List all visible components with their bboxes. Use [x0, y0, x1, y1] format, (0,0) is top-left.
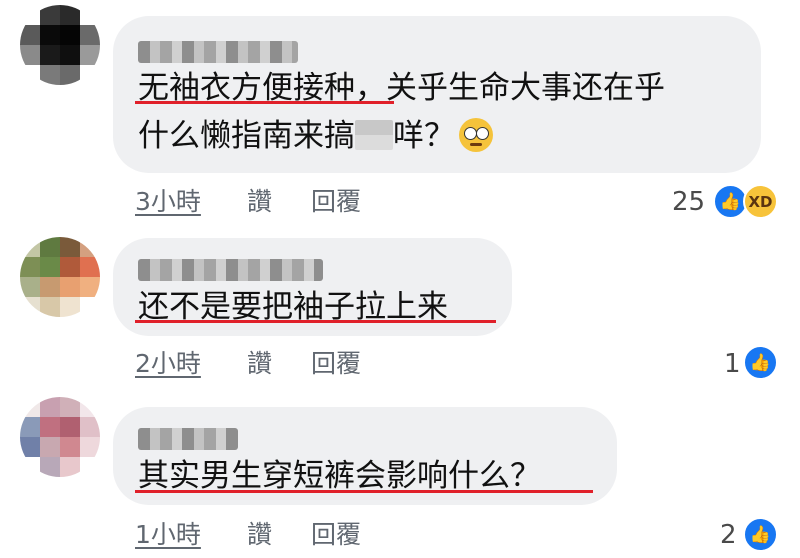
like-reaction-icon: 👍: [743, 517, 778, 552]
comment-timestamp[interactable]: 1小時: [135, 520, 201, 550]
comment-timestamp[interactable]: 3小時: [135, 187, 201, 217]
author-name[interactable]: [138, 428, 238, 450]
comment-timestamp[interactable]: 2小時: [135, 349, 201, 379]
underline-mark: [135, 320, 496, 323]
eye-roll-emoji-icon: [459, 118, 493, 152]
like-button[interactable]: 讚: [247, 187, 272, 217]
reply-button[interactable]: 回覆: [311, 187, 361, 217]
like-reaction-icon: 👍: [743, 345, 778, 380]
author-name[interactable]: [138, 41, 298, 63]
reaction-count[interactable]: 25: [672, 187, 705, 217]
like-button[interactable]: 讚: [247, 349, 272, 379]
avatar[interactable]: [20, 5, 100, 85]
reaction-count[interactable]: 2: [720, 520, 737, 550]
like-button[interactable]: 讚: [247, 520, 272, 550]
avatar[interactable]: [20, 237, 100, 317]
comment-text-segment: 咩？: [393, 118, 455, 154]
reaction-count[interactable]: 1: [724, 349, 741, 379]
censored-text: [355, 120, 393, 150]
haha-reaction-icon: XD: [743, 184, 778, 219]
underline-mark: [135, 490, 593, 493]
comment-text-line: 什么懒指南来搞 咩？: [138, 116, 493, 156]
reply-button[interactable]: 回覆: [311, 520, 361, 550]
author-name[interactable]: [138, 259, 323, 281]
reply-button[interactable]: 回覆: [311, 349, 361, 379]
avatar[interactable]: [20, 397, 100, 477]
comment-text-segment: 什么懒指南来搞: [138, 118, 355, 154]
underline-mark: [135, 101, 394, 104]
